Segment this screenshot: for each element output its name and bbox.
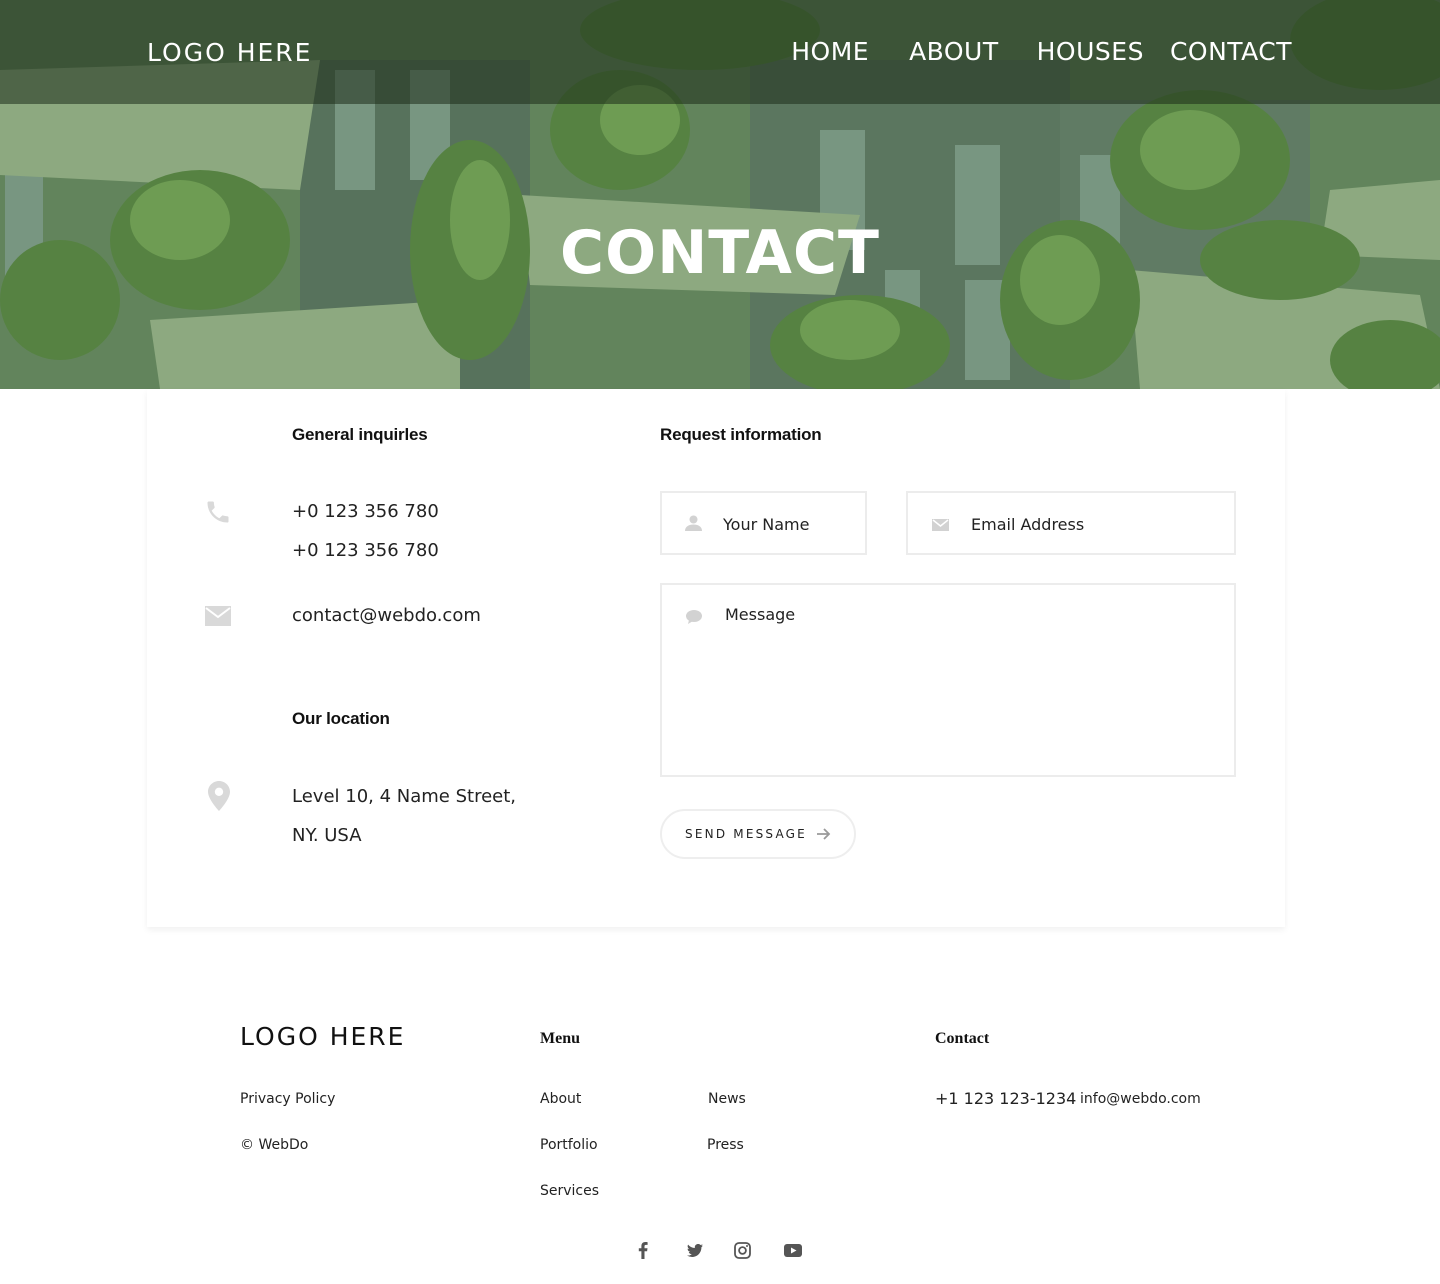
send-message-label: SEND MESSAGE — [685, 827, 807, 841]
copyright-text: © WebDo — [240, 1137, 309, 1153]
mail-icon — [204, 604, 232, 633]
general-inquiries-heading: General inquirles — [292, 425, 428, 444]
header-logo[interactable]: LOGO HERE — [147, 38, 312, 67]
envelope-icon — [932, 518, 949, 536]
footer-link-press[interactable]: Press — [707, 1137, 744, 1153]
chat-bubble-icon — [686, 610, 702, 629]
nav-about[interactable]: ABOUT — [909, 37, 999, 66]
page-title: CONTACT — [560, 218, 880, 288]
nav-contact[interactable]: CONTACT — [1170, 37, 1292, 66]
contact-card: General inquirles +0 123 356 780 +0 123 … — [147, 389, 1285, 927]
nav-houses[interactable]: HOUSES — [1037, 37, 1144, 66]
footer-link-news[interactable]: News — [708, 1091, 746, 1107]
hero-banner: LOGO HERE HOME ABOUT HOUSES CONTACT CONT… — [0, 0, 1440, 389]
footer-menu-heading: Menu — [540, 1030, 580, 1047]
address-line-2: NY. USA — [292, 825, 362, 846]
arrow-right-icon — [816, 828, 831, 840]
phone-number-2: +0 123 356 780 — [292, 540, 439, 561]
footer-phone: +1 123 123-1234 — [935, 1089, 1077, 1108]
instagram-icon[interactable] — [732, 1240, 752, 1260]
twitter-icon[interactable] — [685, 1240, 705, 1260]
user-icon — [685, 515, 702, 536]
request-info-heading: Request information — [660, 425, 822, 444]
map-pin-icon — [208, 781, 230, 816]
footer-link-portfolio[interactable]: Portfolio — [540, 1137, 598, 1153]
message-input[interactable] — [725, 605, 1225, 765]
privacy-policy-link[interactable]: Privacy Policy — [240, 1091, 335, 1107]
name-input[interactable] — [723, 512, 858, 536]
youtube-icon[interactable] — [783, 1240, 803, 1260]
send-message-button[interactable]: SEND MESSAGE — [660, 809, 856, 859]
main-nav: HOME ABOUT HOUSES CONTACT — [791, 37, 1292, 66]
footer-logo[interactable]: LOGO HERE — [240, 1022, 405, 1051]
message-field — [660, 583, 1236, 777]
footer-link-services[interactable]: Services — [540, 1183, 599, 1199]
top-navigation-bar: LOGO HERE HOME ABOUT HOUSES CONTACT — [0, 0, 1440, 104]
footer-email-link[interactable]: info@webdo.com — [1080, 1091, 1201, 1107]
footer-contact-heading: Contact — [935, 1030, 990, 1047]
address-line-1: Level 10, 4 Name Street, — [292, 786, 516, 807]
name-field — [660, 491, 867, 555]
email-field — [906, 491, 1236, 555]
nav-home[interactable]: HOME — [791, 37, 869, 66]
location-heading: Our location — [292, 709, 390, 728]
phone-number-1: +0 123 356 780 — [292, 501, 439, 522]
phone-icon — [204, 498, 232, 531]
contact-email[interactable]: contact@webdo.com — [292, 605, 481, 626]
footer-link-about[interactable]: About — [540, 1091, 581, 1107]
facebook-icon[interactable] — [633, 1240, 653, 1260]
email-input[interactable] — [971, 512, 1226, 536]
